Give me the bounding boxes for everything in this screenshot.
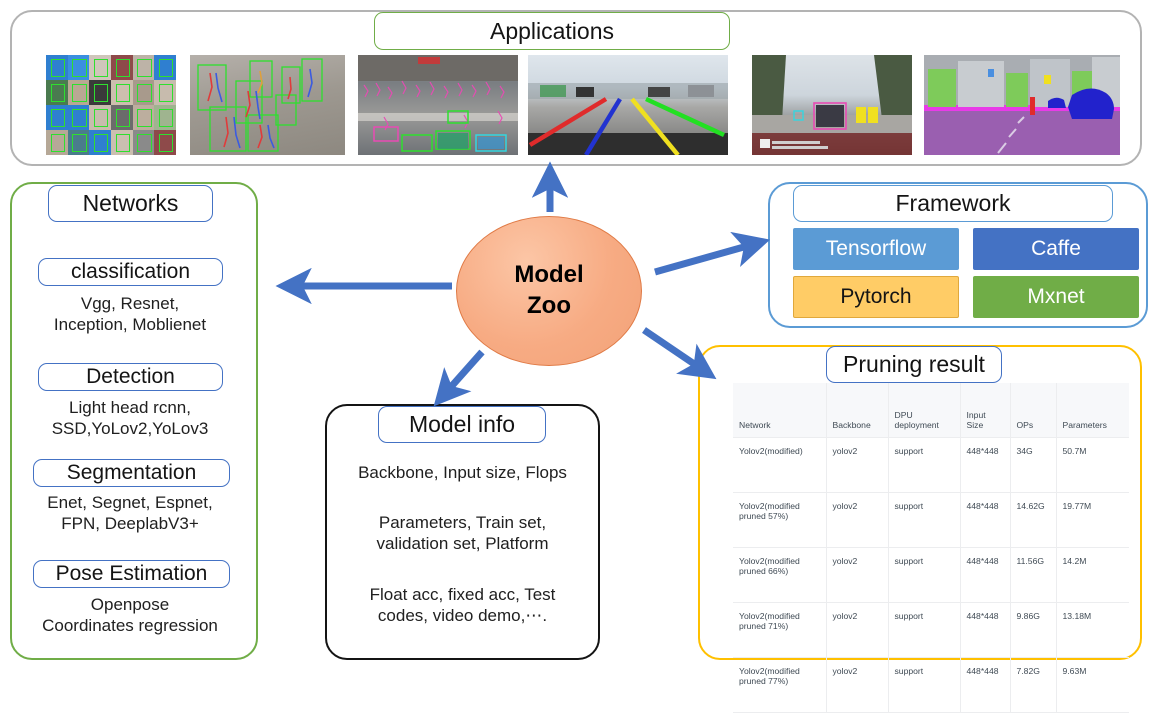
applications-image-traffic-intersection-detection: [358, 55, 518, 155]
networks-section-body-3: Openpose Coordinates regression: [42, 595, 218, 635]
cell-input-size: 448*448: [960, 547, 1011, 603]
cell-input-size: 448*448: [960, 437, 1011, 493]
face-grid: [46, 55, 176, 155]
pruning-result-table: Network Backbone DPU deployment Input Si…: [733, 383, 1129, 713]
model-info-line-1: Parameters, Train set, validation set, P…: [376, 513, 549, 553]
cell-backbone: yolov2: [826, 657, 889, 713]
cell-parameters: 9.63M: [1056, 657, 1129, 713]
table-col-input-size: Input Size: [960, 383, 1011, 438]
arrow-to-model-info: [433, 349, 485, 407]
model-zoo-label-line1: Model: [514, 261, 584, 289]
framework-button-mxnet[interactable]: Mxnet: [973, 276, 1139, 318]
cell-network: Yolov2(modified): [733, 437, 827, 493]
cell-parameters: 13.18M: [1056, 602, 1129, 658]
applications-image-face-recognition-grid: [46, 55, 176, 155]
networks-section-heading-2: Segmentation: [66, 461, 197, 484]
cell-ops: 7.82G: [1010, 657, 1057, 713]
lane-overlay: [528, 83, 728, 155]
networks-section-pill-classification: classification: [38, 258, 223, 286]
networks-section-body-0: Vgg, Resnet, Inception, Moblienet: [53, 294, 207, 334]
model-zoo-node[interactable]: Model Zoo: [456, 216, 642, 366]
applications-image-vehicle-detection-dashcam: [752, 55, 912, 155]
networks-section-body-1: Light head rcnn, SSD,YoLov2,YoLov3: [51, 398, 209, 438]
framework-button-grid: Tensorflow Caffe Pytorch Mxnet: [793, 228, 1139, 318]
dashcam-overlay: [752, 55, 912, 155]
cell-parameters: 14.2M: [1056, 547, 1129, 603]
cell-ops: 14.62G: [1010, 492, 1057, 548]
table-col-dpu-deployment: DPU deployment: [888, 383, 961, 438]
table-row: Yolov2(modified pruned 66%) yolov2 suppo…: [733, 547, 1129, 603]
arrow-to-pruning-result: [642, 327, 717, 380]
applications-title-pill: Applications: [374, 12, 730, 50]
table-header-row: Network Backbone DPU deployment Input Si…: [733, 383, 1129, 438]
traffic-overlay: [358, 55, 518, 152]
cell-backbone: yolov2: [826, 437, 889, 493]
framework-button-tensorflow[interactable]: Tensorflow: [793, 228, 959, 270]
table-row: Yolov2(modified pruned 71%) yolov2 suppo…: [733, 602, 1129, 658]
cell-dpu: support: [888, 437, 961, 493]
cell-backbone: yolov2: [826, 547, 889, 603]
framework-title-pill: Framework: [793, 185, 1113, 222]
cell-dpu: support: [888, 492, 961, 548]
model-info-line-2: Float acc, fixed acc, Test codes, video …: [369, 585, 556, 625]
cell-ops: 11.56G: [1010, 547, 1057, 603]
networks-section-body-2: Enet, Segnet, Espnet, FPN, DeeplabV3+: [47, 493, 213, 533]
networks-title: Networks: [82, 190, 179, 216]
pruning-result-title: Pruning result: [843, 351, 985, 377]
networks-section-heading-3: Pose Estimation: [55, 562, 208, 585]
cell-dpu: support: [888, 547, 961, 603]
framework-button-label-0: Tensorflow: [825, 237, 927, 260]
cell-parameters: 19.77M: [1056, 492, 1129, 548]
model-info-title-pill: Model info: [378, 406, 546, 443]
framework-button-label-1: Caffe: [1031, 237, 1081, 260]
arrow-to-framework: [654, 231, 771, 276]
cell-backbone: yolov2: [826, 602, 889, 658]
diagram-canvas: Applications Networks classification Vgg…: [0, 0, 1152, 713]
networks-section-pill-segmentation: Segmentation: [33, 459, 230, 487]
framework-title: Framework: [895, 190, 1011, 216]
cell-network: Yolov2(modified pruned 57%): [733, 492, 827, 548]
networks-title-pill: Networks: [48, 185, 213, 222]
cell-backbone: yolov2: [826, 492, 889, 548]
table-row: Yolov2(modified) yolov2 support 448*448 …: [733, 437, 1129, 493]
networks-section-pill-pose-estimation: Pose Estimation: [33, 560, 230, 588]
applications-title: Applications: [489, 17, 615, 44]
cell-parameters: 50.7M: [1056, 437, 1129, 493]
applications-image-lane-detection-road: [528, 55, 728, 155]
cell-ops: 9.86G: [1010, 602, 1057, 658]
pose-overlay: [197, 58, 323, 152]
cell-input-size: 448*448: [960, 657, 1011, 713]
pruning-result-title-pill: Pruning result: [826, 346, 1002, 383]
model-info-line-0: Backbone, Input size, Flops: [358, 463, 567, 482]
table-row: Yolov2(modified pruned 77%) yolov2 suppo…: [733, 657, 1129, 713]
cell-network: Yolov2(modified pruned 71%): [733, 602, 827, 658]
framework-button-caffe[interactable]: Caffe: [973, 228, 1139, 270]
table-col-backbone: Backbone: [826, 383, 889, 438]
model-info-title: Model info: [408, 411, 516, 437]
applications-image-pose-estimation-pedestrians: [190, 55, 345, 155]
applications-image-semantic-segmentation-street: [924, 55, 1120, 155]
cell-network: Yolov2(modified pruned 66%): [733, 547, 827, 603]
cell-ops: 34G: [1010, 437, 1057, 493]
segmentation-overlay: [924, 55, 1120, 155]
table-col-ops: OPs: [1010, 383, 1057, 438]
networks-section-heading-0: classification: [70, 260, 191, 283]
cell-dpu: support: [888, 657, 961, 713]
table-row: Yolov2(modified pruned 57%) yolov2 suppo…: [733, 492, 1129, 548]
table-col-network: Network: [733, 383, 827, 438]
table-col-parameters: Parameters: [1056, 383, 1129, 438]
cell-input-size: 448*448: [960, 492, 1011, 548]
framework-button-pytorch[interactable]: Pytorch: [793, 276, 959, 318]
cell-dpu: support: [888, 602, 961, 658]
cell-network: Yolov2(modified pruned 77%): [733, 657, 827, 713]
networks-section-heading-1: Detection: [86, 365, 175, 388]
networks-section-pill-detection: Detection: [38, 363, 223, 391]
model-zoo-label-line2: Zoo: [527, 292, 571, 319]
framework-button-label-3: Mxnet: [1027, 285, 1085, 308]
framework-button-label-2: Pytorch: [840, 285, 912, 308]
cell-input-size: 448*448: [960, 602, 1011, 658]
